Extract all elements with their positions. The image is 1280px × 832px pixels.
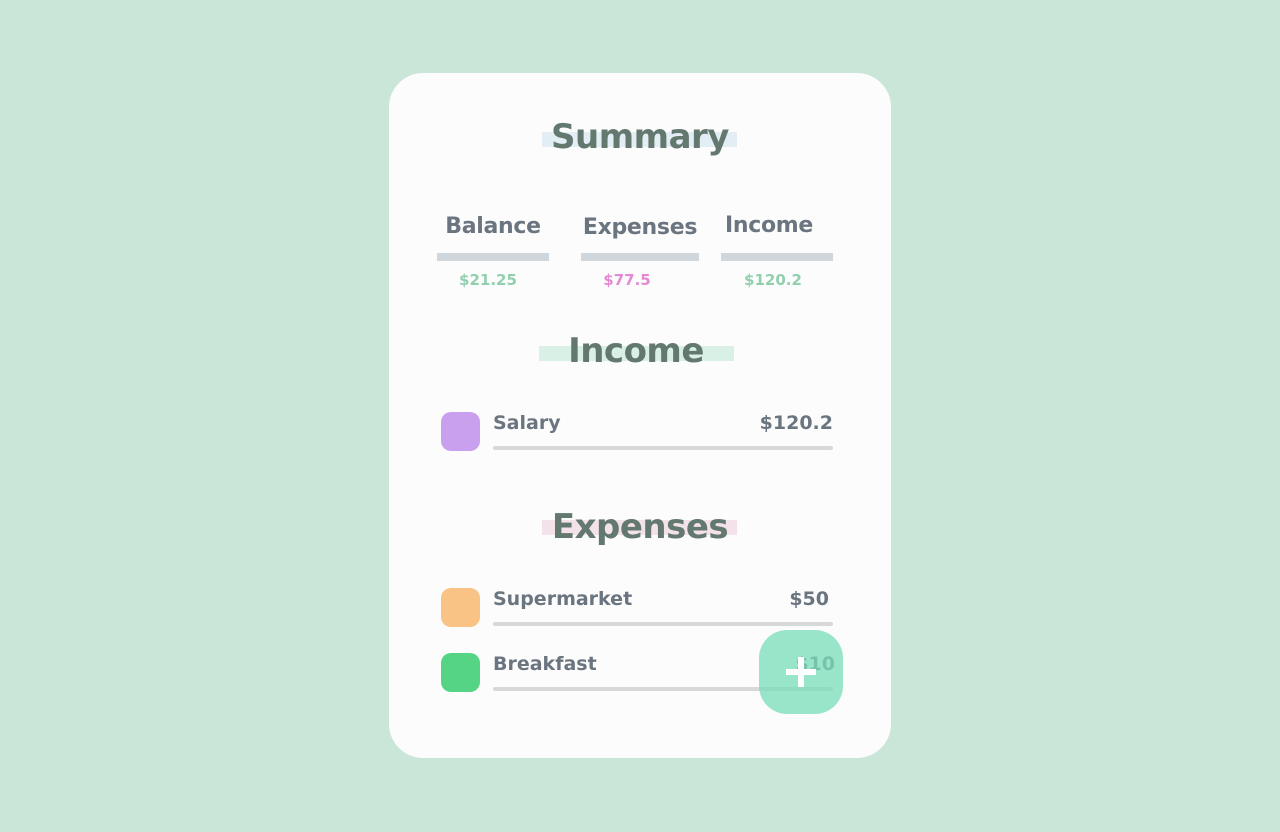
breakfast-label: Breakfast	[493, 653, 597, 675]
supermarket-label: Supermarket	[493, 588, 633, 610]
balance-value: $21.25	[459, 271, 517, 289]
balance-label: Balance	[445, 214, 541, 239]
income-title: Income	[568, 331, 704, 371]
expenses-stat-label: Expenses	[582, 215, 698, 240]
expenses-stat-value: $77.5	[603, 271, 651, 289]
income-stat-value: $120.2	[744, 271, 802, 289]
salary-label: Salary	[493, 412, 561, 434]
balance-bar	[437, 253, 549, 261]
summary-title: Summary	[551, 117, 729, 157]
supermarket-underline	[493, 622, 833, 626]
supermarket-amount: $50	[789, 588, 829, 610]
salary-color-swatch	[441, 412, 480, 451]
salary-underline	[493, 446, 833, 450]
plus-icon-vertical	[798, 657, 804, 687]
expenses-title: Expenses	[551, 507, 729, 547]
add-transaction-button[interactable]	[759, 630, 843, 714]
income-stat-bar	[721, 253, 833, 261]
summary-card: Summary Balance $21.25 Expenses $77.5 In…	[389, 73, 891, 758]
income-stat-label: Income	[724, 213, 814, 238]
expenses-stat-bar	[581, 253, 699, 261]
salary-amount: $120.2	[759, 412, 833, 434]
breakfast-color-swatch	[441, 653, 480, 692]
supermarket-color-swatch	[441, 588, 480, 627]
